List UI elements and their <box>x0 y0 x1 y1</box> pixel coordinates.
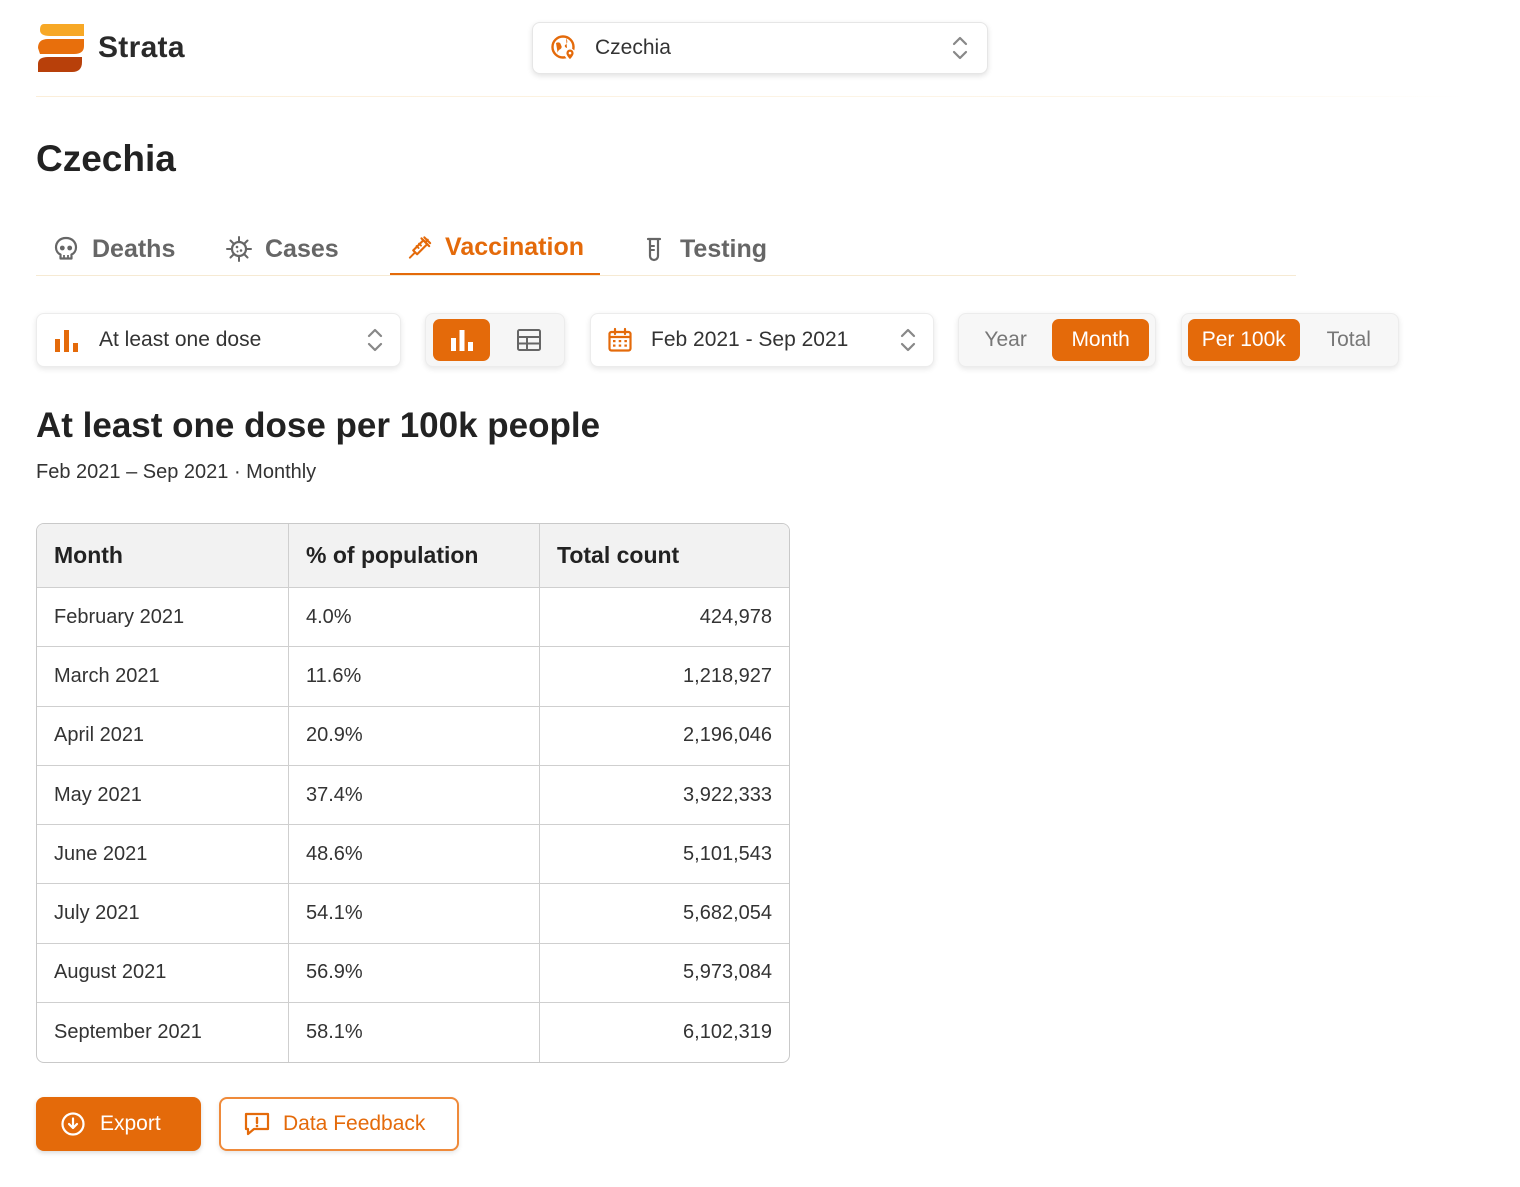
chart-view-button[interactable] <box>433 319 490 361</box>
table-cell-percent: 4.0% <box>289 588 540 648</box>
data-table: Month % of population Total count Februa… <box>36 523 790 1064</box>
table-cell-total: 6,102,319 <box>683 1021 772 1044</box>
metric-select-value: At least one dose <box>99 328 262 351</box>
table-cell-percent: 48.6% <box>289 825 540 885</box>
table-cell-month: February 2021 <box>37 588 289 648</box>
metric-select[interactable]: At least one dose <box>36 313 401 367</box>
tab-testing-label: Testing <box>680 234 768 263</box>
granularity-month-button[interactable]: Month <box>1052 319 1149 361</box>
tab-deaths-label: Deaths <box>92 234 176 263</box>
table-cell-total: 3,922,333 <box>540 766 789 826</box>
page-title: Czechia <box>36 138 176 179</box>
tab-cases-label: Cases <box>265 234 339 263</box>
view-toggle <box>425 313 565 367</box>
strata-logo-icon <box>38 24 84 72</box>
chevron-up-down-icon <box>900 328 916 352</box>
chart-title: At least one dose per 100k people <box>36 406 601 445</box>
table-cell-percent: 56.9% <box>289 943 540 1004</box>
table-cell-total: 5,682,054 <box>540 884 789 944</box>
table-cell-total: 1,218,927 <box>540 647 789 707</box>
export-button-label: Export <box>100 1112 161 1135</box>
virus-icon <box>226 236 252 262</box>
export-button[interactable]: Export <box>36 1097 201 1151</box>
table-cell-percent: 20.9% <box>289 706 540 766</box>
column-header-month[interactable]: Month <box>37 524 289 588</box>
chevron-up-down-icon <box>952 36 968 60</box>
date-range-value: Feb 2021 - Sep 2021 <box>651 328 849 351</box>
country-select-value: Czechia <box>595 36 671 59</box>
bar-chart-icon <box>55 330 78 352</box>
data-feedback-button-label: Data Feedback <box>283 1112 426 1135</box>
chevron-up-down-icon <box>367 328 383 352</box>
globe-pin-icon <box>551 35 576 60</box>
table-row: March 2021 11.6% 1,218,927 <box>37 647 789 707</box>
table-cell-total: 5,101,543 <box>540 825 789 885</box>
table-cell-month: May 2021 <box>37 765 289 826</box>
mode-toggle: Per 100k Total <box>1181 313 1399 367</box>
tab-deaths[interactable]: Deaths <box>36 222 209 276</box>
country-select[interactable]: Czechia <box>532 22 988 74</box>
tab-vaccination[interactable]: Vaccination <box>390 222 600 276</box>
app-name: Strata <box>98 31 185 64</box>
table-row: September 2021 58.1% 6,102,319 <box>37 1003 789 1063</box>
chart-subtitle: Feb 2021 – Sep 2021 · Monthly <box>36 461 317 483</box>
table-cell-total: 424,978 <box>540 588 789 648</box>
tab-vaccination-label: Vaccination <box>445 233 584 261</box>
table-header-row: Month % of population Total count <box>37 524 789 588</box>
calendar-icon <box>608 327 632 352</box>
tabs-divider <box>36 275 1296 276</box>
header-divider <box>36 96 1466 97</box>
granularity-toggle: Year Month <box>958 313 1156 367</box>
table-row: April 2021 20.9% 2,196,046 <box>37 706 789 766</box>
table-cell-percent: 54.1% <box>289 884 540 944</box>
syringe-icon <box>408 235 432 259</box>
mode-per-100k-button[interactable]: Per 100k <box>1188 319 1300 361</box>
table-cell-month: July 2021 <box>37 884 289 944</box>
table-row: August 2021 56.9% 5,973,084 <box>37 943 789 1004</box>
table-cell-total: 5,973,084 <box>540 944 789 1004</box>
message-alert-icon <box>244 1112 270 1136</box>
table-icon <box>516 329 541 351</box>
table-row: May 2021 37.4% 3,922,333 <box>37 765 789 826</box>
granularity-year-button[interactable]: Year <box>965 319 1046 361</box>
table-cell-total: 2,196,046 <box>540 707 789 766</box>
table-cell-percent: 37.4% <box>289 765 540 826</box>
table-row: February 2021 4.0% 424,978 <box>37 588 789 648</box>
tab-testing[interactable]: Testing <box>624 222 783 276</box>
table-view-button[interactable] <box>500 319 557 361</box>
column-header-total[interactable]: Total count <box>540 524 789 588</box>
table-cell-month: April 2021 <box>37 706 289 766</box>
table-cell-month: June 2021 <box>37 825 289 885</box>
table-cell-month: September 2021 <box>37 1003 289 1063</box>
tab-bar: Deaths Cases Vaccination Testing <box>36 222 1296 276</box>
tab-cases[interactable]: Cases <box>209 222 390 276</box>
table-row: June 2021 48.6% 5,101,543 <box>37 825 789 885</box>
table-cell-month: August 2021 <box>37 943 289 1004</box>
table-cell-percent: 58.1% <box>289 1003 540 1063</box>
skull-icon <box>54 236 78 260</box>
table-row: July 2021 54.1% 5,682,054 <box>37 884 789 944</box>
mode-total-button[interactable]: Total <box>1306 319 1393 361</box>
table-cell-percent: 11.6% <box>289 647 540 707</box>
bar-chart-icon <box>450 330 473 351</box>
data-feedback-button[interactable]: Data Feedback <box>219 1097 459 1151</box>
test-tube-icon <box>646 237 662 262</box>
app-logo[interactable]: Strata <box>36 22 185 74</box>
date-range-select[interactable]: Feb 2021 - Sep 2021 <box>590 313 934 367</box>
table-cell-month: March 2021 <box>37 647 289 707</box>
download-circle-icon <box>61 1112 85 1136</box>
column-header-percent[interactable]: % of population <box>289 524 540 588</box>
